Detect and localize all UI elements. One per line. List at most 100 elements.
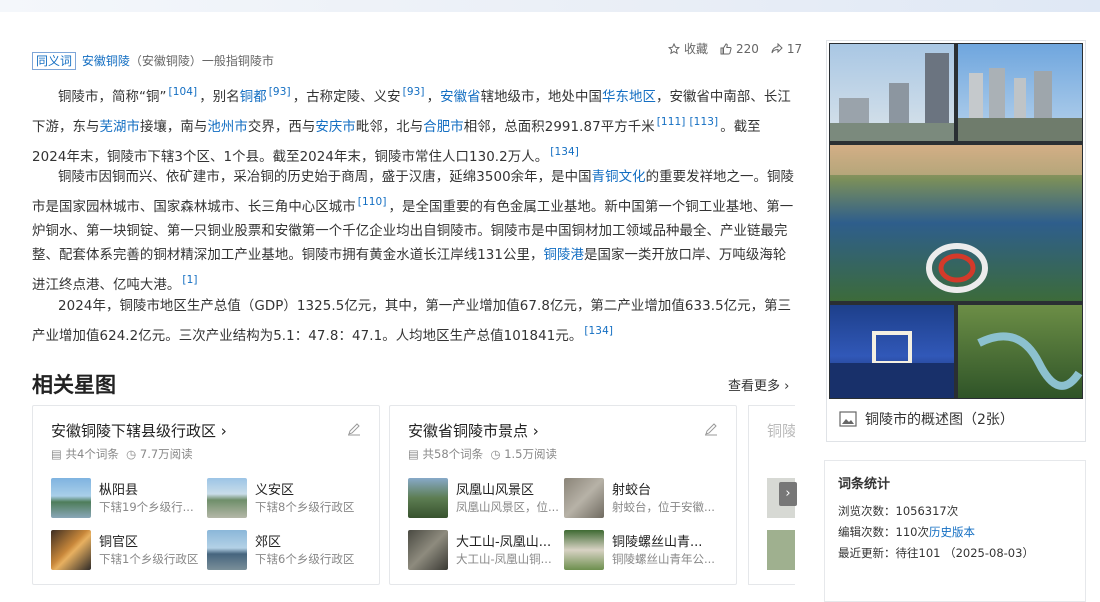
card-title: 铜陵 — [767, 422, 795, 440]
updated-label: 最近更新： — [838, 546, 896, 560]
item-name: 铜陵螺丝山青... — [612, 535, 703, 550]
link-tongdu[interactable]: 铜都 — [240, 90, 267, 105]
thumbnail-image — [51, 530, 91, 570]
summary-paragraph-2: 铜陵市因铜而兴、依矿建市，采冶铜的历史始于商周，盛于汉唐，延绵3500余年，是中… — [32, 166, 794, 298]
citation[interactable]: [110] — [358, 196, 387, 208]
carousel-next-button[interactable]: › — [779, 482, 797, 506]
item-desc: 凤凰山风景区，位... — [456, 500, 559, 514]
view-more-link[interactable]: 查看更多 › — [728, 375, 789, 394]
history-version-link[interactable]: 历史版本 — [929, 525, 975, 539]
summary-paragraph-3: 2024年，铜陵市地区生产总值（GDP）1325.5亿元，其中，第一产业增加值6… — [32, 295, 794, 349]
gallery-grid — [829, 43, 1083, 399]
star-icon — [668, 42, 680, 54]
citation[interactable]: [134] — [550, 146, 579, 158]
updated-row: 最近更新：待往101 （2025-08-03） — [838, 545, 1034, 561]
thumbnail-image — [408, 478, 448, 518]
entry-count: 共4个词条 — [65, 447, 119, 461]
citation[interactable]: [134] — [584, 325, 613, 337]
card-title[interactable]: 安徽省铜陵市景点 › — [408, 420, 539, 441]
citation[interactable]: [93] — [269, 86, 291, 98]
related-atlas-heading: 相关星图 — [32, 373, 116, 397]
list-item[interactable]: 郊区 下辖6个乡级行政区 — [207, 530, 367, 570]
entry-actions: 收藏 220 17 — [668, 40, 802, 57]
item-name: 义安区 — [255, 483, 295, 498]
thumbnail-image — [564, 530, 604, 570]
related-card[interactable]: 安徽省铜陵市景点 › ▤ 共58个词条 ◷ 1.5万阅读 凤凰山风景区 凤凰山风… — [389, 405, 737, 585]
pencil-icon[interactable] — [347, 422, 361, 436]
link-chizhou[interactable]: 池州市 — [207, 120, 247, 135]
link-hefei[interactable]: 合肥市 — [423, 120, 463, 135]
text: 铜陵市，简称“铜” — [58, 90, 167, 105]
list-item[interactable]: 大工山-凤凰山... 大工山-凤凰山铜... — [408, 530, 568, 570]
list-item[interactable]: 枞阳县 下辖19个乡级行... — [51, 478, 211, 518]
link-bronze-culture[interactable]: 青铜文化 — [592, 170, 646, 185]
link-anhui[interactable]: 安徽省 — [440, 90, 480, 105]
read-count: 1.5万阅读 — [504, 447, 557, 461]
stats-title: 词条统计 — [838, 477, 891, 492]
image-icon — [839, 411, 857, 427]
text: 相邻，总面积2991.87平方千米 — [463, 120, 655, 135]
text: 毗邻，北与 — [355, 120, 424, 135]
citation[interactable]: [1] — [182, 274, 197, 286]
item-desc: 下辖1个乡级行政区 — [99, 552, 199, 566]
thumbs-up-icon — [720, 42, 732, 54]
text: 铜陵市因铜而兴、依矿建市，采冶铜的历史始于商周，盛于汉唐，延绵3500余年，是中… — [58, 170, 592, 185]
link-tongling-port[interactable]: 铜陵港 — [544, 248, 584, 263]
link-wuhu[interactable]: 芜湖市 — [99, 120, 139, 135]
share-button[interactable]: 17 — [771, 42, 802, 56]
pencil-icon[interactable] — [704, 422, 718, 436]
gallery-caption-label: 铜陵市的概述图（2张） — [865, 412, 1014, 428]
item-name: 射蛟台 — [612, 483, 652, 498]
chevron-right-icon: › — [532, 422, 539, 440]
link-anqing[interactable]: 安庆市 — [315, 120, 355, 135]
item-name: 大工山-凤凰山... — [456, 535, 552, 550]
citation[interactable]: [104] — [169, 86, 198, 98]
text: 2024年，铜陵市地区生产总值（GDP）1325.5亿元，其中，第一产业增加值6… — [32, 299, 792, 344]
item-name: 郊区 — [255, 535, 282, 550]
read-count: 7.7万阅读 — [139, 447, 193, 461]
card-meta: ▤ 共4个词条 ◷ 7.7万阅读 — [51, 447, 193, 461]
list-item[interactable]: 凤凰山风景区 凤凰山风景区，位... — [408, 478, 568, 518]
thumbnail-image — [564, 478, 604, 518]
views-row: 浏览次数：1056317次 — [838, 503, 958, 519]
like-count: 220 — [736, 41, 759, 56]
item-desc: 射蛟台，位于安徽... — [612, 500, 715, 514]
card-title-label: 安徽省铜陵市景点 — [408, 422, 529, 440]
citation[interactable]: [111] — [657, 116, 686, 128]
thumbnail-image — [207, 530, 247, 570]
entry-stats-panel: 词条统计 浏览次数：1056317次 编辑次数：110次历史版本 最近更新：待往… — [824, 460, 1086, 602]
citation[interactable]: [93] — [403, 86, 425, 98]
edits-row: 编辑次数：110次历史版本 — [838, 524, 975, 540]
thumbnail-image — [767, 530, 795, 570]
gallery-caption[interactable]: 铜陵市的概述图（2张） — [839, 409, 1014, 429]
item-desc: 下辖6个乡级行政区 — [255, 552, 355, 566]
synonym-row: 同义词 安徽铜陵（安徽铜陵）一般指铜陵市 — [32, 52, 274, 70]
like-button[interactable]: 220 — [720, 42, 759, 56]
overview-gallery[interactable]: 铜陵市的概述图（2张） — [826, 40, 1086, 442]
views-value: 1056317次 — [895, 504, 959, 518]
citation[interactable]: [113] — [689, 116, 718, 128]
collect-button[interactable]: 收藏 — [668, 40, 708, 57]
list-item[interactable]: 射蛟台 射蛟台，位于安徽... — [564, 478, 724, 518]
card-title[interactable]: 安徽铜陵下辖县级行政区 › — [51, 420, 227, 441]
share-icon — [771, 42, 783, 53]
synonym-link[interactable]: 安徽铜陵 — [82, 54, 130, 68]
edits-value: 110次 — [895, 525, 929, 539]
item-desc: 下辖19个乡级行... — [99, 500, 194, 514]
list-item[interactable]: 义安区 下辖8个乡级行政区 — [207, 478, 367, 518]
item-name: 铜官区 — [99, 535, 139, 550]
thumbnail-image — [207, 478, 247, 518]
related-card[interactable]: 安徽铜陵下辖县级行政区 › ▤ 共4个词条 ◷ 7.7万阅读 枞阳县 下辖19个… — [32, 405, 380, 585]
chevron-right-icon: › — [784, 379, 790, 394]
synonym-badge: 同义词 — [32, 52, 77, 70]
link-huadong[interactable]: 华东地区 — [602, 90, 656, 105]
list-item[interactable]: 铜陵螺丝山青... 铜陵螺丝山青年公... — [564, 530, 724, 570]
synonym-rest: 一般指铜陵市 — [201, 54, 274, 68]
gallery-images — [830, 44, 1083, 398]
summary-paragraph-1: 铜陵市，简称“铜” [104] ，别名铜都 [93] ，古称定陵、义安 [93] ，安徽省辖… — [32, 80, 794, 170]
item-desc: 铜陵螺丝山青年公... — [612, 552, 715, 566]
text: ，别名 — [199, 90, 240, 105]
item-desc: 大工山-凤凰山铜... — [456, 552, 552, 566]
list-item[interactable]: 铜官区 下辖1个乡级行政区 — [51, 530, 211, 570]
thumbnail-image — [51, 478, 91, 518]
